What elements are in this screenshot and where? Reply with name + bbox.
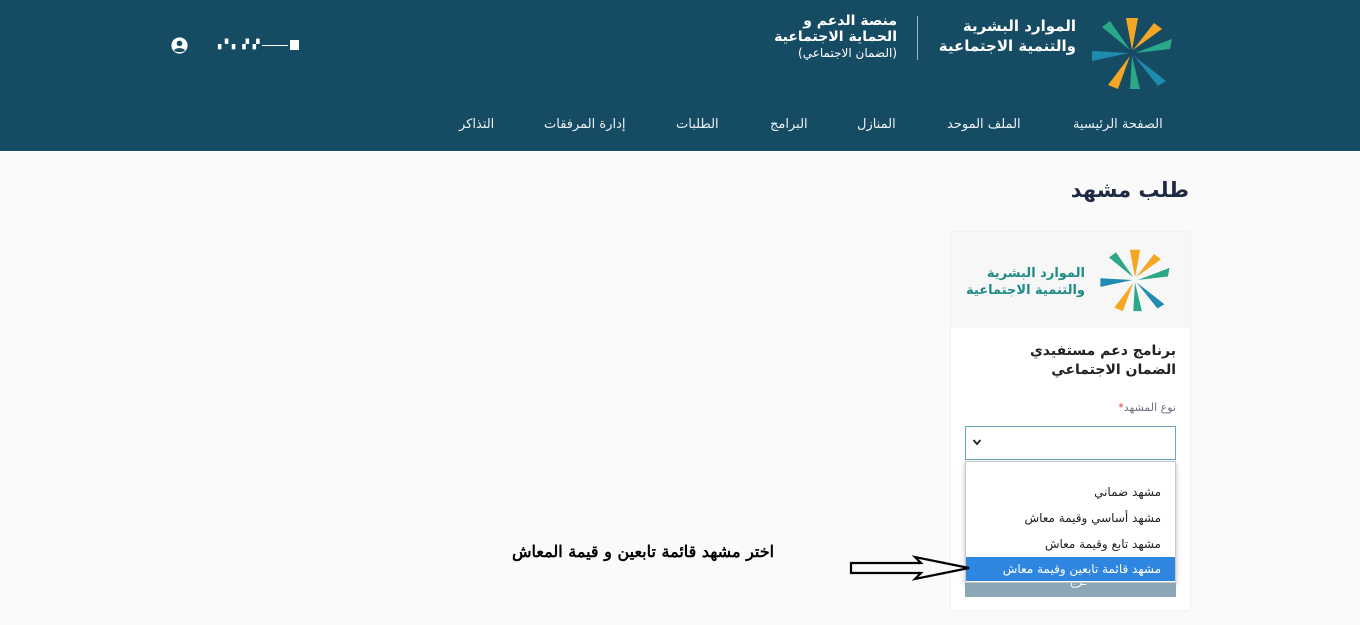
ministry-logo-icon	[1092, 18, 1172, 89]
option-dependents-list-pension[interactable]: مشهد قائمة تابعين وقيمة معاش	[966, 557, 1175, 581]
brand-line-2: والتنمية الاجتماعية	[938, 37, 1076, 55]
user-name-fragment: ▖▘▖▗▘▞	[218, 40, 260, 50]
nav-home[interactable]: الصفحة الرئيسية	[1073, 117, 1163, 135]
top-header: الموارد البشرية والتنمية الاجتماعية منصة…	[0, 0, 1360, 151]
user-name-block	[289, 40, 299, 50]
card-logo-line-2: والتنمية الاجتماعية	[966, 283, 1085, 298]
nav-requests[interactable]: الطلبات	[676, 117, 719, 135]
field-label-text: نوع المشهد	[1123, 401, 1176, 414]
ministry-logo-icon	[1100, 249, 1170, 312]
user-name-underline	[261, 44, 288, 46]
submit-button-fragment: ـرج	[1070, 583, 1086, 588]
nav-households[interactable]: المنازل	[857, 117, 896, 135]
nav-programs[interactable]: البرامج	[770, 117, 808, 135]
field-label-scene-type: نوع المشهد*	[1118, 401, 1176, 414]
scene-type-dropdown: مشهد ضماني مشهد أساسي وقيمة معاش مشهد تا…	[965, 461, 1176, 583]
brand-text: الموارد البشرية والتنمية الاجتماعية	[939, 16, 1076, 56]
nav-tickets[interactable]: التذاكر	[459, 117, 494, 135]
brand-line-1: الموارد البشرية	[962, 17, 1076, 35]
arrow-right-icon	[849, 555, 970, 581]
user-circle-icon[interactable]	[171, 36, 188, 54]
scene-type-select[interactable]	[965, 426, 1176, 460]
card-logo-line-1: الموارد البشرية	[986, 266, 1085, 281]
chevron-down-icon[interactable]	[972, 437, 982, 447]
platform-title: منصة الدعم و الحماية الاجتماعية (الضمان …	[774, 13, 897, 61]
user-menu[interactable]: ▖▘▖▗▘▞	[171, 36, 299, 54]
option-guarantee-scene[interactable]: مشهد ضماني	[966, 480, 1175, 504]
card-logo-band: الموارد البشرية والتنمية الاجتماعية	[951, 232, 1190, 328]
program-title: برنامج دعم مستفيدي الضمان الاجتماعي	[1029, 343, 1176, 378]
card-logo-text: الموارد البشرية والتنمية الاجتماعية	[966, 265, 1085, 299]
platform-line-3: (الضمان الاجتماعي)	[798, 46, 897, 60]
option-dependent-scene-pension[interactable]: مشهد تابع وقيمة معاش	[966, 532, 1175, 556]
nav-unified-profile[interactable]: الملف الموحد	[947, 117, 1021, 135]
instruction-annotation: اختر مشهد قائمة تابعين و قيمة المعاش	[512, 542, 775, 561]
page-title: طلب مشهد	[1070, 178, 1189, 202]
nav-attachments[interactable]: إدارة المرفقات	[544, 117, 626, 135]
option-basic-scene-pension[interactable]: مشهد أساسي وقيمة معاش	[966, 506, 1175, 530]
platform-line-2: الحماية الاجتماعية	[774, 29, 897, 45]
header-divider	[917, 16, 918, 60]
request-card: الموارد البشرية والتنمية الاجتماعية برنا…	[951, 232, 1190, 610]
platform-line-1: منصة الدعم و	[803, 13, 897, 29]
user-name-redacted[interactable]: ▖▘▖▗▘▞	[218, 39, 299, 51]
submit-button[interactable]: ـرج	[965, 583, 1176, 597]
